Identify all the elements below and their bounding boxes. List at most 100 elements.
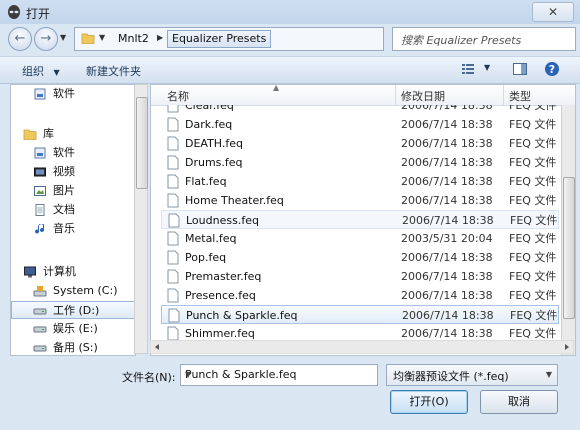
back-button[interactable]: ← [8, 27, 32, 51]
sidebar-item-label: 软件 [53, 87, 75, 100]
file-row[interactable]: Home Theater.feq 2006/7/14 18:38 FEQ 文件 [161, 191, 559, 210]
preview-pane-icon[interactable] [512, 61, 528, 77]
search-input[interactable]: 搜索 Equalizer Presets [401, 32, 521, 48]
filename-label: 文件名(N): [122, 371, 176, 384]
file-row[interactable]: Premaster.feq 2006/7/14 18:38 FEQ 文件 [161, 267, 559, 286]
svg-text:?: ? [549, 63, 555, 76]
column-header-name[interactable]: 名称 [167, 88, 189, 104]
file-name: Dark.feq [185, 118, 233, 131]
file-type: FEQ 文件 [509, 232, 557, 245]
file-type: FEQ 文件 [510, 309, 558, 322]
file-type: FEQ 文件 [509, 118, 557, 131]
navigation-scrollbar[interactable] [134, 84, 148, 354]
chevron-down-icon: ▼ [53, 68, 60, 77]
sidebar-item-music[interactable]: 音乐 [11, 220, 135, 238]
sidebar-item-label: 音乐 [53, 222, 75, 235]
scrollbar-thumb[interactable] [563, 177, 575, 319]
filename-input[interactable]: Punch & Sparkle.feq ▼ [180, 364, 378, 386]
file-row[interactable]: Drums.feq 2006/7/14 18:38 FEQ 文件 [161, 153, 559, 172]
horizontal-scrollbar[interactable] [150, 340, 574, 354]
file-type: FEQ 文件 [510, 214, 558, 227]
navigation-pane: 软件 库 软件 视频 图片 文档 音乐 计算机 System (C:) 工作 (… [10, 84, 136, 356]
column-divider[interactable] [395, 85, 396, 105]
alien-app-icon [8, 5, 20, 19]
view-dropdown-icon[interactable]: ▼ [484, 63, 490, 72]
file-row[interactable]: Presence.feq 2006/7/14 18:38 FEQ 文件 [161, 286, 559, 305]
video-library-icon [34, 167, 46, 177]
file-icon [167, 269, 179, 284]
drive-icon [33, 345, 47, 352]
sidebar-item-label: 备用 (S:) [53, 341, 98, 354]
help-icon[interactable]: ? [544, 61, 560, 77]
sidebar-item-software[interactable]: 软件 [11, 85, 135, 103]
file-row[interactable]: Loudness.feq 2006/7/14 18:38 FEQ 文件 [161, 210, 559, 229]
sort-ascending-icon: ▲ [273, 84, 280, 92]
view-options-icon[interactable] [460, 61, 476, 77]
sidebar-item-system-drive[interactable]: System (C:) [11, 282, 135, 300]
file-row[interactable]: DEATH.feq 2006/7/14 18:38 FEQ 文件 [161, 134, 559, 153]
sidebar-item-videos[interactable]: 视频 [11, 163, 135, 181]
column-header-row: ▲ 名称 修改日期 类型 [151, 85, 575, 106]
open-button[interactable]: 打开(O) [390, 390, 468, 414]
file-type: FEQ 文件 [509, 137, 557, 150]
file-row[interactable]: Clear.feq 2006/7/14 18:38 FEQ 文件 [161, 105, 559, 115]
history-dropdown-icon[interactable]: ▼ [60, 33, 66, 42]
sidebar-item-software-library[interactable]: 软件 [11, 144, 135, 162]
breadcrumb-item-current[interactable]: Equalizer Presets [167, 30, 272, 48]
file-row[interactable]: Flat.feq 2006/7/14 18:38 FEQ 文件 [161, 172, 559, 191]
file-name: Premaster.feq [185, 270, 262, 283]
address-bar[interactable]: ▼ Mnlt2 ▶ Equalizer Presets [74, 27, 384, 51]
close-button[interactable]: ✕ [532, 2, 574, 22]
file-row[interactable]: Metal.feq 2003/5/31 20:04 FEQ 文件 [161, 229, 559, 248]
chevron-down-icon[interactable]: ▼ [546, 370, 552, 379]
chevron-down-icon[interactable]: ▼ [185, 370, 373, 379]
file-name: Pop.feq [185, 251, 227, 264]
file-date: 2006/7/14 18:38 [401, 175, 493, 188]
forward-button[interactable]: → [34, 27, 58, 51]
breadcrumb-item[interactable]: Mnlt2 [113, 30, 154, 48]
sidebar-item-library[interactable]: 库 [11, 125, 135, 143]
sidebar-item-work-drive[interactable]: 工作 (D:) [11, 301, 135, 319]
breadcrumb-separator-icon[interactable]: ▶ [157, 33, 163, 42]
file-icon [167, 193, 179, 208]
sidebar-item-backup-drive[interactable]: 备用 (S:) [11, 339, 135, 355]
sidebar-item-documents[interactable]: 文档 [11, 201, 135, 219]
file-type-filter-select[interactable]: 均衡器预设文件 (*.feq) ▼ [386, 364, 558, 386]
file-row[interactable]: Dark.feq 2006/7/14 18:38 FEQ 文件 [161, 115, 559, 134]
column-header-date[interactable]: 修改日期 [401, 88, 445, 104]
file-icon [167, 136, 179, 151]
file-date: 2006/7/14 18:38 [401, 194, 493, 207]
file-date: 2003/5/31 20:04 [401, 232, 493, 245]
column-header-type[interactable]: 类型 [509, 88, 531, 104]
organize-menu-button[interactable]: 组织 ▼ [22, 63, 60, 79]
scrollbar-thumb[interactable] [136, 97, 148, 189]
file-type: FEQ 文件 [509, 251, 557, 264]
sidebar-item-label: 工作 (D:) [53, 304, 100, 317]
file-icon [167, 105, 179, 113]
file-type: FEQ 文件 [509, 105, 557, 112]
search-box[interactable]: 搜索 Equalizer Presets [392, 27, 576, 51]
file-date: 2006/7/14 18:38 [401, 137, 493, 150]
file-date: 2006/7/14 18:38 [401, 289, 493, 302]
new-folder-button[interactable]: 新建文件夹 [86, 63, 141, 79]
sidebar-item-entertainment-drive[interactable]: 娱乐 (E:) [11, 320, 135, 338]
title-bar: 打开 ✕ [0, 0, 580, 24]
column-divider[interactable] [503, 85, 504, 105]
sidebar-item-computer[interactable]: 计算机 [11, 263, 135, 281]
command-toolbar: 组织 ▼ 新建文件夹 ▼ ? [0, 56, 580, 84]
sidebar-item-pictures[interactable]: 图片 [11, 182, 135, 200]
file-list-scrollbar[interactable] [561, 105, 575, 355]
file-row[interactable]: Pop.feq 2006/7/14 18:38 FEQ 文件 [161, 248, 559, 267]
file-name: Punch & Sparkle.feq [186, 309, 298, 322]
file-icon [167, 117, 179, 132]
file-name: Presence.feq [185, 289, 256, 302]
breadcrumb-dropdown-icon[interactable]: ▼ [99, 33, 105, 42]
sidebar-item-label: 软件 [53, 146, 75, 159]
file-icon [168, 213, 180, 228]
file-name: Home Theater.feq [185, 194, 284, 207]
sidebar-item-label: 图片 [53, 184, 75, 197]
cancel-button[interactable]: 取消 [480, 390, 558, 414]
sidebar-item-label: 库 [43, 127, 54, 140]
drive-icon [33, 308, 47, 315]
file-row-selected[interactable]: Punch & Sparkle.feq 2006/7/14 18:38 FEQ … [161, 305, 559, 324]
